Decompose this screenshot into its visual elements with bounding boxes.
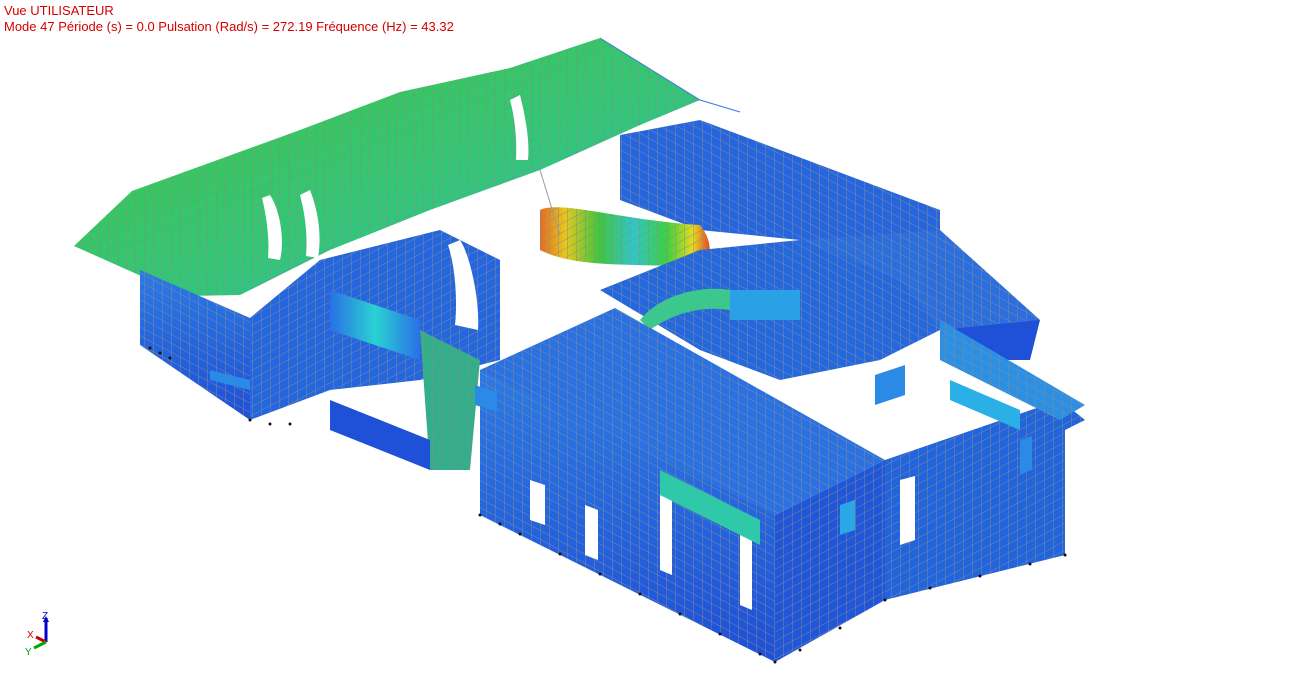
y-label: Y <box>25 647 32 657</box>
y-axis-icon <box>33 640 47 650</box>
model-viewport[interactable]: Vue UTILISATEUR Mode 47 Période (s) = 0.… <box>0 0 1309 690</box>
x-label: X <box>27 630 34 641</box>
right-front-block <box>875 320 1085 600</box>
z-label: Z <box>42 612 48 622</box>
mode-info: Mode 47 Période (s) = 0.0 Pulsation (Rad… <box>4 19 454 34</box>
axis-triad: Z X Y <box>25 612 49 657</box>
view-title: Vue UTILISATEUR <box>4 3 114 18</box>
fe-model-mode-shape[interactable] <box>0 0 1309 690</box>
